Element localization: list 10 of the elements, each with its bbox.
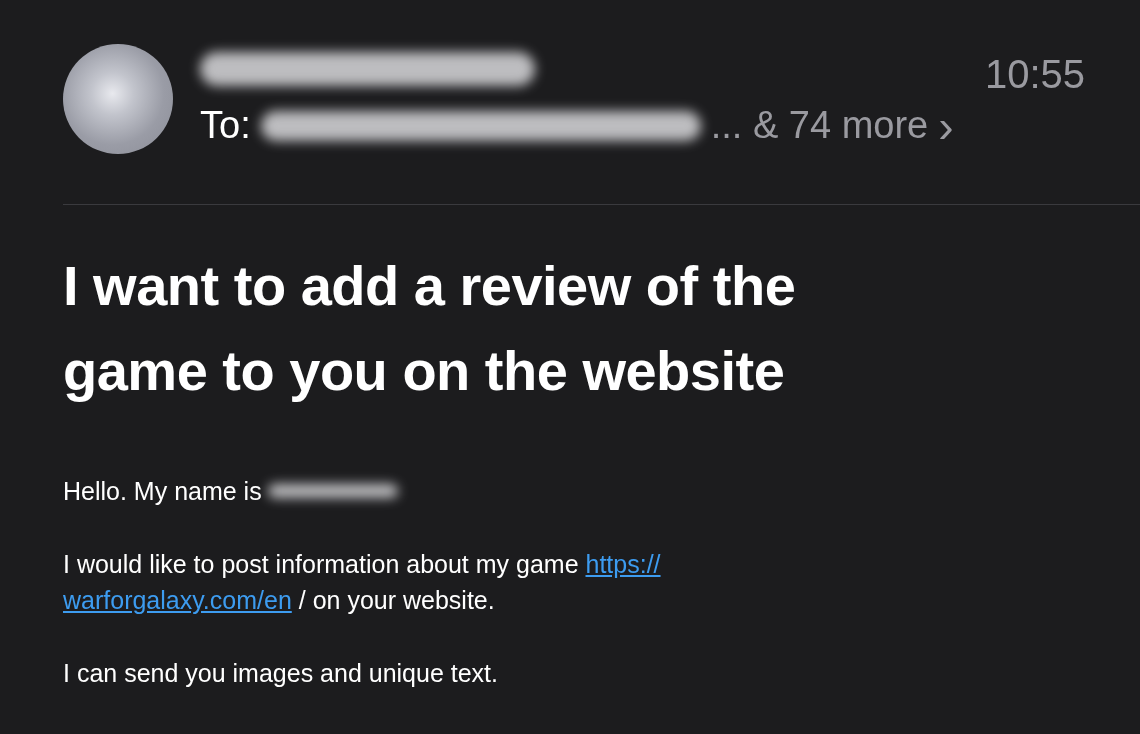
time: 10:55: [984, 52, 1085, 97]
link[interactable]: warforgalaxy.com/en: [63, 586, 292, 614]
body-text: I can send you images and unique text.: [63, 658, 498, 689]
body-text: I would like to post information about my game https:// warforgalaxy.com/en / on your website.: [63, 549, 662, 616]
body-text: Hello. My name is: [63, 476, 262, 507]
more-recipients[interactable]: ... & 74 more: [710, 104, 929, 147]
link[interactable]: https://: [585, 550, 661, 578]
subject: I want to add a review of the game to you on the website: [63, 253, 797, 404]
chevron-icon[interactable]: ›: [938, 106, 954, 145]
to-label: To:: [200, 104, 251, 147]
